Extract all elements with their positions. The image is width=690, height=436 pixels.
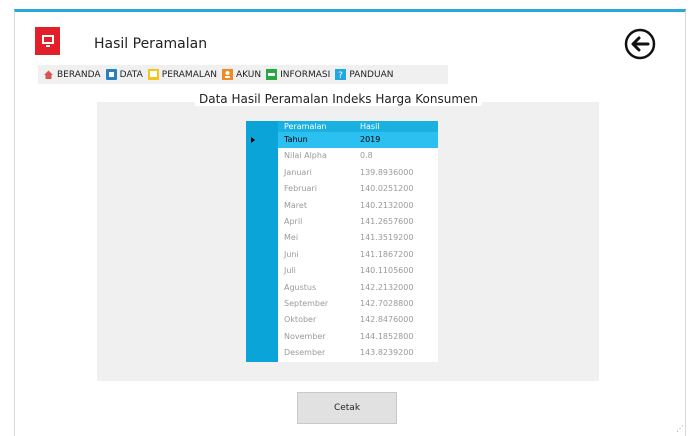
info-icon <box>266 69 278 80</box>
back-button[interactable] <box>624 28 656 60</box>
menu-label: BERANDA <box>57 69 101 80</box>
cell-label: November <box>284 331 326 341</box>
cell-label: Januari <box>284 167 312 177</box>
menu-item-panduan[interactable]: ? PANDUAN <box>335 69 393 80</box>
cell-value: 140.0251200 <box>360 184 414 194</box>
cell-label: Nilai Alpha <box>284 151 327 161</box>
cell-label: Agustus <box>284 282 317 292</box>
table-row[interactable]: Juli 140.1105600 <box>278 263 438 279</box>
cell-value: 2019 <box>360 135 381 144</box>
cell-value: 141.2657600 <box>360 217 414 226</box>
menu-label: PERAMALAN <box>161 69 217 80</box>
user-icon <box>221 69 233 80</box>
menu-item-informasi[interactable]: INFORMASI <box>266 69 330 80</box>
cell-label: Tahun <box>284 135 308 144</box>
cell-label: Desember <box>284 348 326 358</box>
current-row-pointer-icon <box>251 137 255 143</box>
column-header-peramalan[interactable]: Peramalan <box>278 121 358 132</box>
table-row[interactable]: Agustus 142.2132000 <box>278 280 438 296</box>
result-grid[interactable]: Peramalan Hasil Tahun 2019 Nilai Alpha 0.8 J… <box>246 121 438 362</box>
cell-value: 139.8936000 <box>360 167 414 177</box>
cell-value: 140.2132000 <box>360 200 414 210</box>
menu-label: PANDUAN <box>349 69 394 80</box>
resize-grip-icon[interactable]: ⋰ <box>676 424 684 433</box>
cell-value: 0.8 <box>360 151 373 161</box>
chart-icon <box>147 69 159 80</box>
table-row[interactable]: Mei 141.3519200 <box>278 230 438 246</box>
menu-bar: BERANDA DATA PERAMALAN AKUN INFORMASI ? … <box>38 65 448 84</box>
home-icon <box>43 69 54 80</box>
database-icon <box>105 69 117 80</box>
cell-label: Juli <box>284 266 296 276</box>
table-row[interactable]: Januari 139.8936000 <box>278 165 438 181</box>
cell-value: 143.8239200 <box>360 348 414 358</box>
cell-label: Juni <box>284 249 299 259</box>
cell-value: 142.2132000 <box>360 282 414 292</box>
menu-label: AKUN <box>235 69 262 80</box>
table-row[interactable]: Juni 141.1867200 <box>278 247 438 263</box>
print-button[interactable]: Cetak <box>297 392 397 424</box>
cell-label: Mei <box>284 233 299 243</box>
table-row[interactable]: Februari 140.0251200 <box>278 181 438 197</box>
menu-item-akun[interactable]: AKUN <box>221 69 262 80</box>
svg-text:?: ? <box>338 71 343 80</box>
page-title: Hasil Peramalan <box>94 36 208 52</box>
menu-item-peramalan[interactable]: PERAMALAN <box>147 69 217 80</box>
grid-header: Peramalan Hasil <box>278 121 438 132</box>
cell-value: 144.1852800 <box>360 331 414 341</box>
table-row[interactable]: November 144.1852800 <box>278 329 438 345</box>
table-row[interactable]: Desember 143.8239200 <box>278 345 438 361</box>
table-row[interactable]: Maret 140.2132000 <box>278 198 438 214</box>
table-row[interactable]: September 142.7028800 <box>278 296 438 312</box>
groupbox-title: Data Hasil Peramalan Indeks Harga Konsum… <box>195 92 483 106</box>
row-header-column <box>246 121 278 362</box>
cell-label: Februari <box>284 184 317 194</box>
table-row[interactable]: Nilai Alpha 0.8 <box>278 148 438 164</box>
menu-item-data[interactable]: DATA <box>105 69 143 80</box>
column-header-hasil[interactable]: Hasil <box>358 121 438 132</box>
help-icon: ? <box>335 69 347 80</box>
menu-label: DATA <box>119 69 143 80</box>
back-arrow-icon <box>624 28 656 60</box>
cell-value: 142.7028800 <box>360 299 414 308</box>
cell-value: 141.3519200 <box>360 233 414 243</box>
monitor-icon <box>35 27 60 55</box>
cell-value: 140.1105600 <box>360 266 414 276</box>
cell-label: Maret <box>284 200 307 210</box>
cell-label: September <box>284 299 329 308</box>
menu-item-beranda[interactable]: BERANDA <box>43 69 101 80</box>
table-row[interactable]: Oktober 142.8476000 <box>278 312 438 328</box>
cell-label: Oktober <box>284 315 317 325</box>
menu-label: INFORMASI <box>280 69 331 80</box>
cell-value: 142.8476000 <box>360 315 414 325</box>
cell-label: April <box>284 217 303 226</box>
table-row[interactable]: Tahun 2019 <box>278 132 438 149</box>
cell-value: 141.1867200 <box>360 249 414 259</box>
table-row[interactable]: April 141.2657600 <box>278 214 438 230</box>
